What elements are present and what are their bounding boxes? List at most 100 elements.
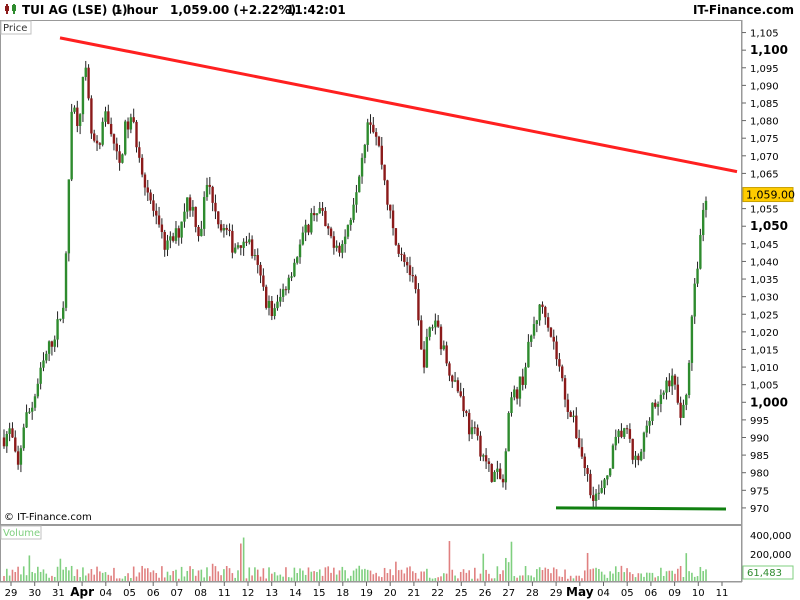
candle [42,352,45,372]
volume-bar [400,569,403,581]
candle-body [202,197,206,229]
candle-body [682,404,685,418]
candle [87,64,90,101]
candle-body [318,207,321,214]
candle-body [690,316,694,363]
volume-bar [598,568,600,581]
volume-bar [307,567,310,581]
candle-body [338,245,341,253]
volume-tick-200k: 200,000 [750,550,791,561]
volume-bar [485,569,487,581]
candle-body [73,107,76,112]
candle-body [233,247,237,253]
resistance-trendline[interactable] [59,36,738,174]
candle [197,225,200,242]
candle [118,144,121,171]
candle [138,141,141,163]
volume-bar [507,562,510,581]
volume-bar [521,575,524,581]
candle-body [107,111,110,124]
candle [301,226,305,246]
candle [405,257,409,274]
candle-body [493,471,496,482]
volume-bar [225,566,228,581]
volume-bar [104,572,107,581]
x-tick-label: 29 [550,588,563,599]
volume-bar [248,567,251,581]
support-trendline[interactable] [555,506,727,511]
candle-body [420,320,423,350]
y-tick-label: 1,025 [750,310,779,321]
volume-bar [17,566,19,581]
volume-bar [674,573,676,581]
volume-bar [629,572,631,581]
candle-body [171,236,175,241]
candle-body [358,176,361,193]
candle [225,224,228,236]
candle-body [95,140,99,144]
candle [296,256,299,265]
candle-body [363,144,367,158]
candle [93,129,96,143]
candle [372,116,375,134]
volume-bar [34,573,36,581]
volume-bar [189,566,191,581]
volume-bar [361,569,363,581]
candle-body [242,241,245,248]
candle [662,390,665,400]
candle-body [262,275,265,287]
candle-body [267,300,271,308]
candle-body [600,488,603,493]
candle-body [518,376,522,399]
candle [211,185,214,212]
candle-body [507,413,510,452]
volume-bar [293,567,296,581]
candle-body [586,468,589,474]
volume-panel-label: Volume [3,528,40,539]
volume-bar [321,575,324,581]
volume-bar [493,578,496,581]
volume-bar [304,574,307,581]
candle-body [422,349,426,368]
volume-bar [62,569,65,581]
candle [507,411,510,452]
x-tick-label: 30 [28,588,41,599]
volume-bar [660,567,662,581]
candle [279,288,282,307]
candle [219,220,223,233]
candle [273,303,276,320]
volume-bar [3,576,5,581]
candle-body [405,261,409,266]
candle-body [14,437,17,452]
candle-body [679,402,682,418]
candle [217,211,220,229]
candle-body [360,157,364,177]
volume-bar [56,566,59,581]
candle [501,474,505,488]
volume-bar [48,577,50,581]
candle-body [572,415,575,417]
candle-body [394,228,398,245]
candle [298,239,302,264]
volume-bar [479,573,482,581]
candle [307,223,310,236]
volume-bar [53,576,56,581]
candle-body [146,187,149,193]
x-tick-label: 06 [147,588,160,599]
candle [293,258,296,278]
candle [592,486,595,509]
volume-bar [107,574,110,581]
candle [126,117,130,139]
candle-body [704,200,708,210]
candle-body [211,186,214,203]
candle-body [183,211,186,222]
x-tick-label: 09 [668,588,681,599]
candle-body [434,320,437,328]
candle-body [524,367,527,385]
candle-body [47,341,51,354]
candle-body [327,226,330,229]
candle [233,243,237,254]
volume-bar [169,575,172,581]
volume-bar [595,567,597,581]
candle [561,364,564,382]
